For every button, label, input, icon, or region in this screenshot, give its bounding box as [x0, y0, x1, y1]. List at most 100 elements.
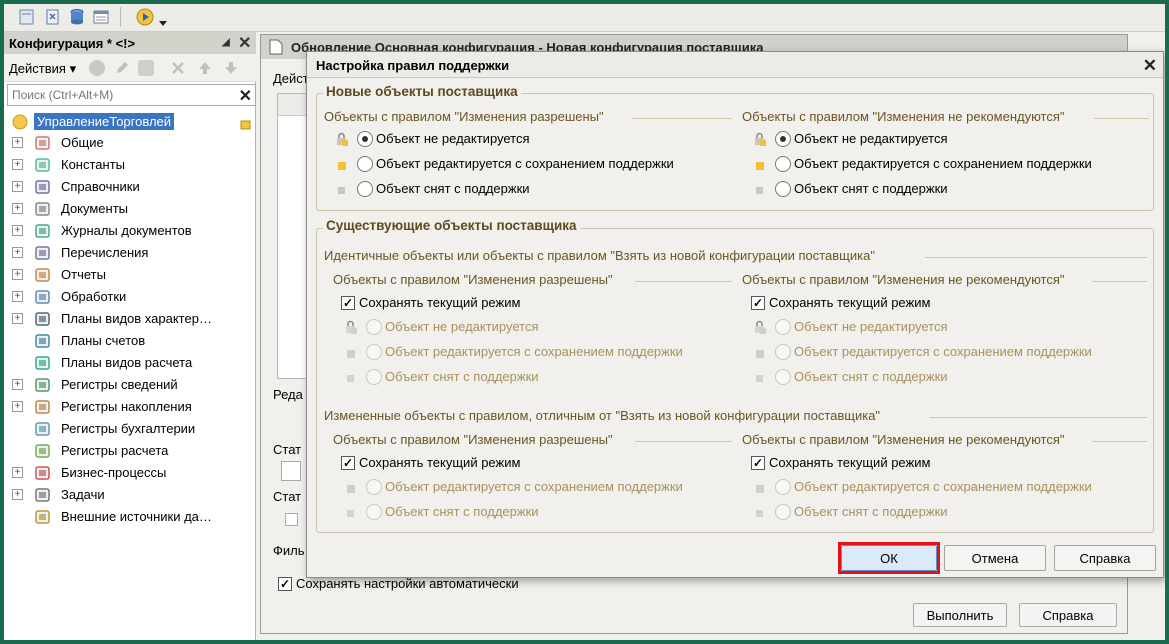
radio-button[interactable] — [775, 156, 791, 172]
tree-item-label: Регистры накопления — [61, 399, 192, 414]
add-icon[interactable] — [89, 60, 105, 76]
documents-icon — [34, 201, 51, 217]
expand-icon[interactable]: + — [12, 137, 23, 148]
close-icon[interactable]: ✕ — [1143, 56, 1157, 76]
tree-item[interactable]: + Обработки — [12, 288, 256, 308]
changed-right-keep-box[interactable]: ✓ — [751, 456, 765, 470]
close-icon[interactable]: ✕ — [238, 33, 251, 53]
radio-button[interactable] — [357, 131, 373, 147]
tree-item[interactable]: + Регистры сведений — [12, 376, 256, 396]
document-icon — [269, 39, 283, 55]
lock-icon — [753, 132, 766, 146]
expand-icon[interactable]: + — [12, 379, 23, 390]
unsupported-icon — [753, 505, 766, 519]
expand-icon[interactable]: + — [12, 313, 23, 324]
business-process-icon — [34, 465, 51, 481]
changed-left-keep-box[interactable]: ✓ — [341, 456, 355, 470]
expand-icon[interactable]: + — [12, 401, 23, 412]
radio-button[interactable] — [775, 131, 791, 147]
identical-left-keep-label: Сохранять текущий режим — [359, 295, 521, 310]
filter-label-partial: Филь — [273, 543, 305, 558]
lock-icon — [753, 320, 766, 334]
tree-item-label: Задачи — [61, 487, 105, 502]
tree-item[interactable]: Внешние источники да… — [12, 508, 256, 528]
expand-icon[interactable]: + — [12, 269, 23, 280]
cancel-button[interactable]: Отмена — [944, 545, 1046, 571]
actions-menu[interactable]: Действия ▾ — [9, 61, 76, 77]
radio-label: Объект снят с поддержки — [385, 369, 539, 384]
tree-item[interactable]: + Константы — [12, 156, 256, 176]
pin-icon[interactable]: ◢ — [222, 37, 230, 48]
tree-item[interactable]: + Справочники — [12, 178, 256, 198]
tree-item[interactable]: + Задачи — [12, 486, 256, 506]
autosave-check-box[interactable]: ✓ — [278, 577, 292, 591]
constants-icon — [34, 157, 51, 173]
help-button[interactable]: Справка — [1054, 545, 1156, 571]
delete-icon[interactable] — [170, 60, 186, 76]
compare-icon[interactable] — [44, 8, 62, 26]
identical-left-keep-box[interactable]: ✓ — [341, 296, 355, 310]
radio-button[interactable] — [357, 156, 373, 172]
tree-item-label: Документы — [61, 201, 129, 216]
accum-registers-icon — [34, 399, 51, 415]
radio-label: Объект снят с поддержки — [376, 181, 530, 196]
tree-item[interactable]: + Документы — [12, 200, 256, 220]
tree-item[interactable]: Регистры расчета — [12, 442, 256, 462]
tree-root-label: УправлениеТорговлей — [34, 113, 175, 130]
configuration-panel: Конфигурация * <!> ◢ ✕ Действия ▾ ✕ Упра… — [4, 32, 256, 640]
status-checkbox[interactable] — [285, 513, 298, 526]
tree-item[interactable]: + Общие — [12, 134, 256, 154]
radio-button[interactable] — [357, 181, 373, 197]
chevron-down-icon[interactable] — [158, 16, 168, 26]
execute-button[interactable]: Выполнить — [913, 603, 1007, 627]
copy-icon[interactable] — [138, 60, 154, 76]
expand-icon[interactable]: + — [12, 291, 23, 302]
search-input[interactable] — [8, 85, 228, 105]
expand-icon[interactable]: + — [12, 159, 23, 170]
panel-title: Конфигурация * <!> — [9, 36, 136, 51]
tree-item[interactable]: Регистры бухгалтерии — [12, 420, 256, 440]
expand-icon[interactable]: + — [12, 203, 23, 214]
tree-item[interactable]: + Перечисления — [12, 244, 256, 264]
expand-icon[interactable]: + — [12, 467, 23, 478]
edit-icon[interactable] — [114, 60, 130, 76]
radio-button — [775, 344, 791, 360]
help-button-bg[interactable]: Справка — [1019, 603, 1117, 627]
tree-item[interactable]: + Бизнес-процессы — [12, 464, 256, 484]
tree-item[interactable]: + Регистры накопления — [12, 398, 256, 418]
tree-item-label: Регистры расчета — [61, 443, 169, 458]
expand-icon[interactable]: + — [12, 247, 23, 258]
run-icon[interactable] — [136, 8, 154, 26]
radio-button[interactable] — [775, 181, 791, 197]
identical-right-caption: Объекты с правилом "Изменения не рекомен… — [742, 272, 1065, 287]
expand-icon[interactable]: + — [12, 489, 23, 500]
tree-item-label: Планы видов характер… — [61, 311, 212, 326]
tree-item[interactable]: Планы счетов — [12, 332, 256, 352]
tree-item[interactable]: + Журналы документов — [12, 222, 256, 242]
move-down-icon[interactable] — [223, 60, 239, 76]
tree-item[interactable]: Планы видов расчета — [12, 354, 256, 374]
unsupported-icon — [344, 505, 357, 519]
expand-icon[interactable]: + — [12, 225, 23, 236]
chart-types-icon — [34, 311, 51, 327]
list-icon[interactable] — [92, 8, 110, 26]
clear-search-icon[interactable]: ✕ — [239, 86, 252, 106]
search-field[interactable]: ✕ — [7, 84, 256, 106]
dialog-title-bar: Настройка правил поддержки ✕ — [307, 52, 1163, 78]
actions-partial[interactable]: Дейст — [273, 71, 309, 86]
tree-item[interactable]: + Планы видов характер… — [12, 310, 256, 330]
radio-label: Объект редактируется с сохранением подде… — [376, 156, 674, 171]
expand-icon[interactable]: + — [12, 181, 23, 192]
support-edit-icon — [344, 345, 357, 359]
identical-right-keep-box[interactable]: ✓ — [751, 296, 765, 310]
tree-item[interactable]: + Отчеты — [12, 266, 256, 286]
unsupported-icon — [344, 370, 357, 384]
window-icon[interactable] — [18, 8, 36, 26]
move-up-icon[interactable] — [197, 60, 213, 76]
database-icon[interactable] — [68, 8, 86, 26]
radio-button — [366, 369, 382, 385]
support-rules-dialog: Настройка правил поддержки ✕ Новые объек… — [306, 51, 1164, 578]
new-left-caption: Объекты с правилом "Изменения разрешены" — [324, 109, 604, 124]
changed-left-caption: Объекты с правилом "Изменения разрешены" — [333, 432, 613, 447]
changed-left-keep-label: Сохранять текущий режим — [359, 455, 521, 470]
